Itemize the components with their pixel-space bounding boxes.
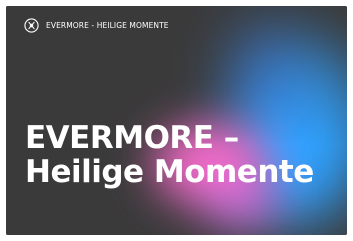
brand-title: EVERMORE - HEILIGE MOMENTE: [46, 21, 169, 30]
headline-line-1: EVERMORE –: [25, 120, 239, 156]
brand-header: EVERMORE - HEILIGE MOMENTE: [24, 18, 169, 33]
headline-line-2: Heilige Momente: [25, 154, 314, 190]
headline: EVERMORE – Heilige Momente: [25, 121, 345, 189]
evermore-logo-icon: [24, 18, 39, 33]
hero-card: EVERMORE - HEILIGE MOMENTE EVERMORE – He…: [6, 6, 347, 235]
